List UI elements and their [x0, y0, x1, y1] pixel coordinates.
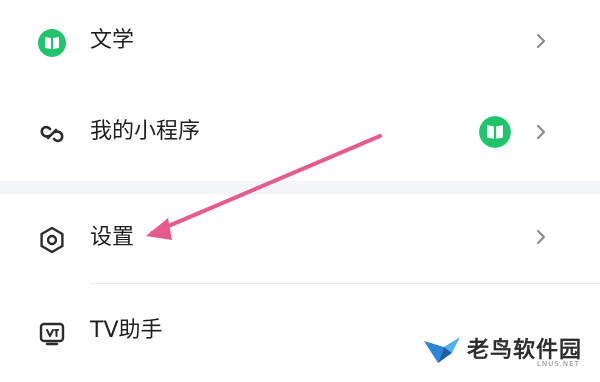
chevron-right-icon: [532, 225, 550, 249]
menu-item-settings[interactable]: 设置: [0, 195, 600, 287]
bird-logo-icon: [422, 331, 462, 365]
book-icon: [35, 26, 69, 60]
menu-item-mini-programs[interactable]: 我的小程序: [0, 85, 600, 177]
menu-item-label: TV助手: [90, 318, 163, 343]
tv-icon: [35, 316, 69, 350]
hexagon-settings-icon: [35, 223, 69, 257]
watermark-url: LNUS.NET: [537, 360, 580, 368]
menu-item-label: 文学: [90, 28, 135, 53]
menu-item-label: 我的小程序: [90, 119, 201, 144]
row-divider: [90, 283, 600, 284]
link-icon: [35, 117, 69, 151]
chevron-right-icon: [532, 29, 550, 53]
watermark: 老鸟软件园 LNUS.NET: [402, 325, 600, 375]
chevron-right-icon: [532, 120, 550, 144]
mini-program-badge-book-icon: [478, 115, 512, 149]
section-divider: [0, 181, 600, 194]
menu-item-literature[interactable]: 文学: [0, 0, 600, 92]
menu-item-label: 设置: [90, 225, 135, 250]
